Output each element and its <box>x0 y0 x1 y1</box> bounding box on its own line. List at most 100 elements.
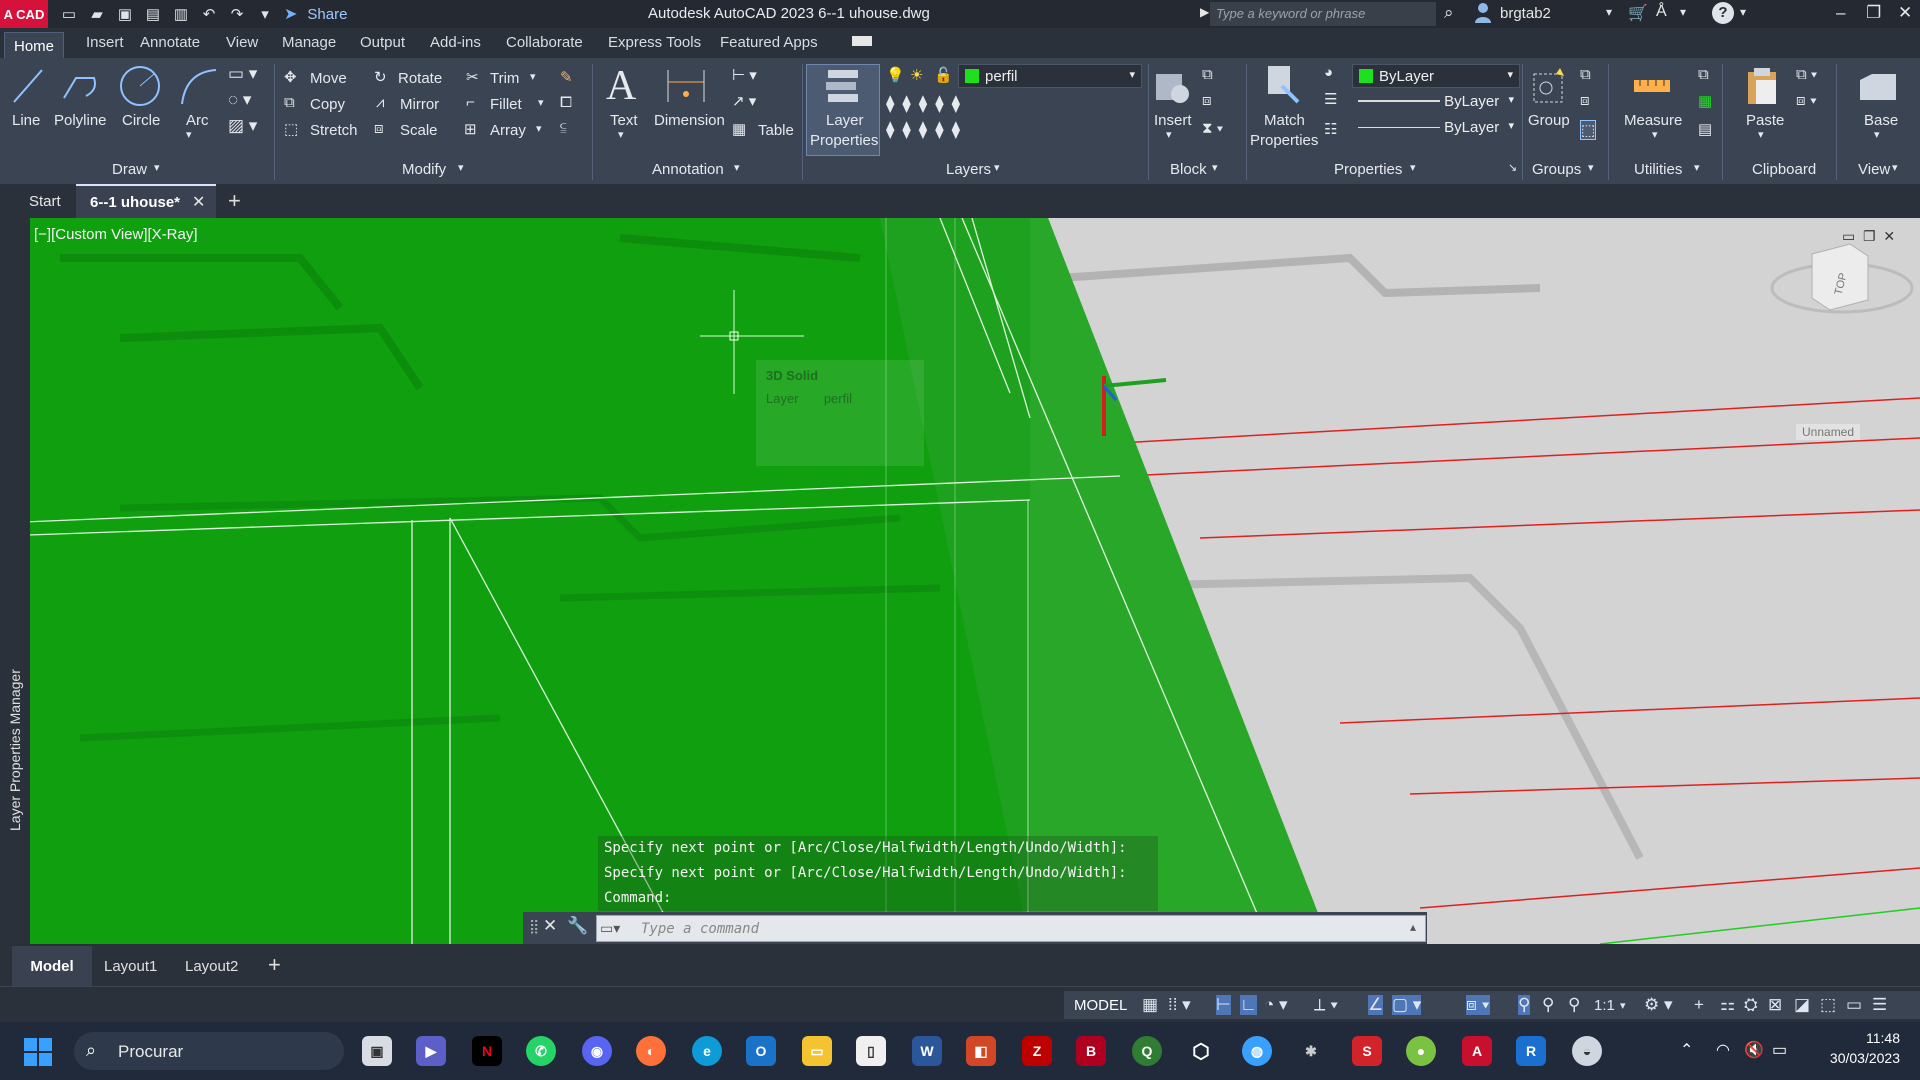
tab-express-tools[interactable]: Express Tools <box>608 34 701 51</box>
ucs-dropdown[interactable]: Unnamed <box>1796 424 1861 440</box>
red-app-icon[interactable]: B <box>1076 1036 1106 1066</box>
block-attribute-icon[interactable]: ⧗ ▾ <box>1202 120 1223 137</box>
grid-icon[interactable]: ▦ <box>1142 995 1158 1015</box>
chevron-down-icon[interactable]: ▾ <box>1758 128 1764 141</box>
circle-icon[interactable] <box>118 64 162 108</box>
edge-icon[interactable]: e <box>692 1036 722 1066</box>
ribbon-toggle-icon[interactable] <box>852 36 872 46</box>
gradient-icon[interactable]: ▨ ▾ <box>228 116 257 136</box>
tab-collaborate[interactable]: Collaborate <box>506 34 583 51</box>
customization-menu-icon[interactable]: ☰ <box>1872 995 1887 1015</box>
firefox-icon[interactable]: ◐ <box>636 1036 666 1066</box>
restore-icon[interactable]: ❐ <box>1863 228 1876 244</box>
filezilla-icon[interactable]: Z <box>1022 1036 1052 1066</box>
clipboard-panel-title[interactable]: Clipboard <box>1752 161 1816 178</box>
color-dropdown[interactable]: ByLayer ▾ <box>1352 64 1520 88</box>
annotation-visibility-icon[interactable]: ⚲ <box>1518 995 1531 1015</box>
viewport-controls[interactable]: [−][Custom View][X-Ray] <box>34 226 198 243</box>
object-snap-icon[interactable]: ▢ ▾ <box>1392 995 1422 1015</box>
move-button[interactable]: Move <box>310 70 347 87</box>
fillet-button[interactable]: Fillet <box>490 96 522 113</box>
chevron-down-icon[interactable]: ▾ <box>1166 128 1172 141</box>
close-icon[interactable]: ✕ <box>1883 228 1895 244</box>
minimize-icon[interactable]: ▭ <box>1842 228 1855 244</box>
cart-icon[interactable]: 🛒 <box>1628 3 1648 23</box>
color-wheel-icon[interactable]: ◕ <box>1324 64 1333 81</box>
match-properties-label[interactable]: Match <box>1264 112 1305 129</box>
battery-icon[interactable]: ▭ <box>1772 1040 1787 1060</box>
save-as-icon[interactable]: ▤ <box>142 3 164 25</box>
tab-annotate[interactable]: Annotate <box>140 34 200 51</box>
chevron-down-icon[interactable]: ▾ <box>458 161 464 174</box>
chevron-down-icon[interactable]: ▾ <box>536 122 542 135</box>
layer-properties-icon[interactable] <box>822 66 864 106</box>
rotate-button[interactable]: Rotate <box>398 70 442 87</box>
group-icon[interactable] <box>1530 66 1570 106</box>
chevron-down-icon[interactable]: ▾ <box>618 128 624 141</box>
undo-icon[interactable]: ↶ <box>198 3 220 25</box>
drag-handle-icon[interactable]: ⣿ <box>529 918 539 935</box>
copy-button[interactable]: Copy <box>310 96 345 113</box>
green-app-icon[interactable]: ● <box>1406 1036 1436 1066</box>
chevron-down-icon[interactable]: ▾ <box>154 161 160 174</box>
linetype-icon[interactable]: ☷ <box>1324 120 1337 138</box>
explode-icon[interactable]: ⧠ <box>560 94 572 111</box>
offset-icon[interactable]: ⫅ <box>560 120 567 137</box>
tab-layout2[interactable]: Layout2 <box>185 958 238 975</box>
globe-app-icon[interactable]: ◍ <box>1242 1036 1272 1066</box>
chevron-down-icon[interactable]: ▾ <box>1588 161 1594 174</box>
dimension-button[interactable]: Dimension <box>654 112 725 129</box>
workspace-gear-icon[interactable]: ⚙ ▾ <box>1644 995 1673 1015</box>
rectangle-icon[interactable]: ▭ ▾ <box>228 64 257 84</box>
lineweight-toggle-icon[interactable]: ⧈ ▾ <box>1466 995 1490 1015</box>
autocad-logo-icon[interactable]: A CAD <box>0 0 48 28</box>
calculator-green-icon[interactable]: ▦ <box>1698 92 1712 110</box>
move-icon[interactable]: ✥ <box>284 68 297 86</box>
ungroup-icon[interactable]: ⧉ <box>1580 66 1591 83</box>
share-button[interactable]: Share <box>307 6 347 23</box>
hardware-acceleration-icon[interactable]: ⬚ <box>1820 995 1836 1015</box>
groups-panel-title[interactable]: Groups <box>1532 161 1581 178</box>
wifi-icon[interactable]: ◠ <box>1716 1040 1730 1060</box>
dimension-icon[interactable] <box>664 66 708 106</box>
tab-model[interactable]: Model <box>12 946 92 986</box>
chevron-down-icon[interactable]: ▾ <box>1212 161 1218 174</box>
command-input[interactable]: Type a command <box>596 915 1426 942</box>
model-space-toggle[interactable]: MODEL <box>1074 997 1127 1014</box>
polar-tracking-icon[interactable]: ◔ ▾ <box>1264 995 1288 1015</box>
units-icon[interactable]: ⚏ <box>1720 995 1735 1015</box>
draw-panel-title[interactable]: Draw <box>112 161 147 178</box>
close-icon[interactable]: ✕ <box>1898 3 1912 23</box>
linear-dimension-icon[interactable]: ⊢ ▾ <box>732 66 757 84</box>
caret-right-icon[interactable]: ▶ <box>1200 5 1209 19</box>
close-icon[interactable]: ✕ <box>543 916 557 936</box>
bug-app-icon[interactable]: ✱ <box>1296 1036 1326 1066</box>
clock-date[interactable]: 30/03/2023 <box>1800 1050 1900 1066</box>
chevron-down-icon[interactable]: ▾ <box>1606 5 1612 19</box>
fillet-icon[interactable]: ⌐ <box>466 94 475 111</box>
polyline-button[interactable]: Polyline <box>54 112 107 129</box>
chevron-up-icon[interactable]: ▴ <box>1410 920 1416 934</box>
properties-panel-title[interactable]: Properties <box>1334 161 1402 178</box>
leader-icon[interactable]: ↗ ▾ <box>732 92 756 110</box>
base-button[interactable]: Base <box>1864 112 1898 129</box>
new-file-icon[interactable]: ▭ <box>58 3 80 25</box>
snap-icon[interactable]: ⁞⁞ ▾ <box>1168 995 1191 1015</box>
panel-launcher-icon[interactable]: ↘ <box>1508 161 1517 174</box>
chevron-down-icon[interactable]: ▾ <box>1652 128 1658 141</box>
table-button[interactable]: Table <box>758 122 794 139</box>
tab-featured-apps[interactable]: Featured Apps <box>720 34 818 51</box>
text-icon[interactable]: A <box>606 62 636 110</box>
tab-start[interactable]: Start <box>29 193 61 210</box>
table-icon[interactable]: ▦ <box>732 120 746 138</box>
chevron-up-icon[interactable]: ⌃ <box>1680 1040 1693 1060</box>
sketchup-icon[interactable]: S <box>1352 1036 1382 1066</box>
create-block-icon[interactable]: ⧉ <box>1202 66 1213 83</box>
line-icon[interactable] <box>10 66 46 106</box>
copy-clip-icon[interactable]: ⧈ ▾ <box>1796 92 1817 109</box>
copy-icon[interactable]: ⧉ <box>284 94 295 111</box>
tab-output[interactable]: Output <box>360 34 405 51</box>
customize-qat-icon[interactable]: ▾ <box>254 3 276 25</box>
mirror-button[interactable]: Mirror <box>400 96 439 113</box>
scale-button[interactable]: Scale <box>400 122 438 139</box>
